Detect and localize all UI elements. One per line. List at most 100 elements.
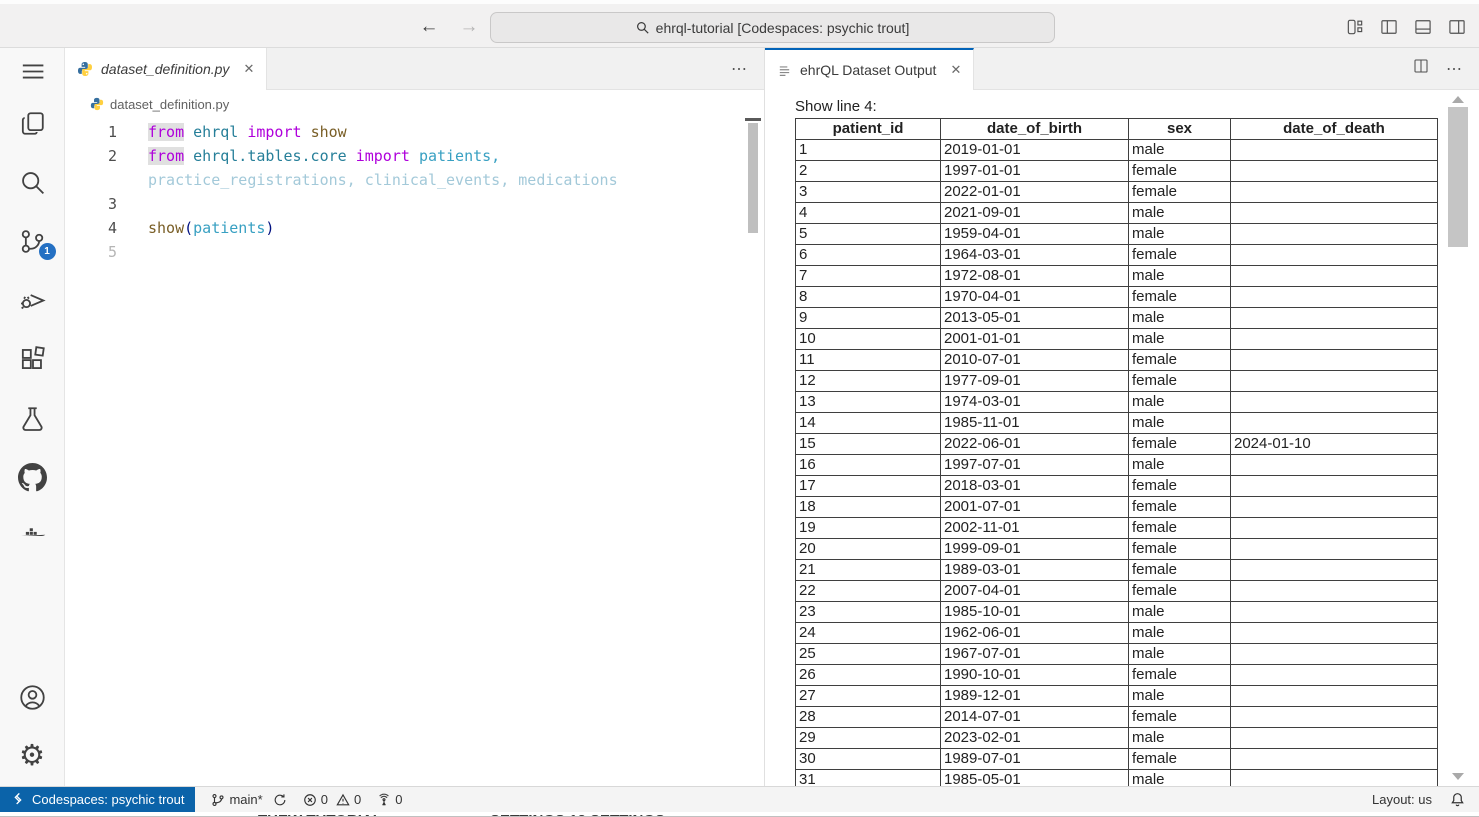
table-cell: male xyxy=(1129,770,1231,787)
scrollbar-thumb[interactable] xyxy=(748,123,758,233)
table-cell: male xyxy=(1129,602,1231,623)
table-cell: female xyxy=(1129,434,1231,455)
scrollbar-thumb[interactable] xyxy=(1448,107,1468,247)
table-cell: 24 xyxy=(796,623,941,644)
table-row: 282014-07-01female xyxy=(796,707,1438,728)
extensions-icon[interactable] xyxy=(0,330,65,389)
table-cell: 19 xyxy=(796,518,941,539)
column-header: sex xyxy=(1129,119,1231,140)
ports-status-item[interactable]: 0 xyxy=(377,792,402,807)
docker-icon[interactable] xyxy=(0,507,65,566)
code-line[interactable]: 4show(patients) xyxy=(65,216,764,240)
menu-icon[interactable] xyxy=(0,48,65,94)
table-cell: 21 xyxy=(796,560,941,581)
remote-indicator[interactable]: Codespaces: psychic trout xyxy=(0,787,195,812)
table-cell xyxy=(1231,203,1438,224)
sync-icon[interactable] xyxy=(273,793,287,807)
line-number: 1 xyxy=(65,120,117,144)
problems-status-item[interactable]: 0 0 xyxy=(303,792,361,807)
editor-more-actions-icon[interactable]: ⋯ xyxy=(731,59,748,79)
output-more-actions-icon[interactable]: ⋯ xyxy=(1446,59,1463,79)
scroll-down-arrow-icon[interactable] xyxy=(1452,773,1464,780)
table-cell: 1972-08-01 xyxy=(941,266,1129,287)
testing-icon[interactable] xyxy=(0,389,65,448)
table-cell: 11 xyxy=(796,350,941,371)
history-forward-button[interactable]: → xyxy=(458,16,480,38)
warnings-icon xyxy=(336,793,350,807)
tab-label: ehrQL Dataset Output xyxy=(800,62,936,78)
code-line[interactable]: practice_registrations, clinical_events,… xyxy=(65,168,764,192)
run-and-debug-icon[interactable] xyxy=(0,271,65,330)
table-cell xyxy=(1231,161,1438,182)
table-cell: 5 xyxy=(796,224,941,245)
errors-icon xyxy=(303,793,317,807)
table-cell: 1970-04-01 xyxy=(941,287,1129,308)
explorer-icon[interactable] xyxy=(0,94,65,153)
table-cell: male xyxy=(1129,329,1231,350)
python-file-icon xyxy=(77,61,93,77)
editor-scrollbar[interactable] xyxy=(745,118,763,318)
table-cell: 2010-07-01 xyxy=(941,350,1129,371)
toggle-panel-icon[interactable] xyxy=(1413,17,1433,37)
table-cell: 2018-03-01 xyxy=(941,476,1129,497)
code-line[interactable]: 5 xyxy=(65,240,764,264)
table-cell: male xyxy=(1129,224,1231,245)
activity-bar: 1 ⚙ xyxy=(0,48,65,786)
vscode-window: ← → ehrql-tutorial [Codespaces: psychic … xyxy=(0,0,1479,817)
table-cell: 1967-07-01 xyxy=(941,644,1129,665)
line-number: 5 xyxy=(65,240,117,264)
notifications-bell-icon[interactable] xyxy=(1450,792,1465,807)
command-center-search[interactable]: ehrql-tutorial [Codespaces: psychic trou… xyxy=(490,12,1055,43)
layout-status-item[interactable]: Layout: us xyxy=(1372,792,1432,807)
tab-dataset-definition[interactable]: dataset_definition.py ✕ xyxy=(65,48,267,90)
source-control-icon[interactable]: 1 xyxy=(0,212,65,271)
table-cell xyxy=(1231,518,1438,539)
webview-scrollbar[interactable] xyxy=(1448,94,1468,782)
table-row: 121977-09-01female xyxy=(796,371,1438,392)
github-icon[interactable] xyxy=(0,448,65,507)
table-cell xyxy=(1231,392,1438,413)
breadcrumb-item: dataset_definition.py xyxy=(110,97,229,112)
table-cell: 1974-03-01 xyxy=(941,392,1129,413)
table-cell: 2007-04-01 xyxy=(941,581,1129,602)
toggle-primary-sidebar-icon[interactable] xyxy=(1379,17,1399,37)
table-cell: 28 xyxy=(796,707,941,728)
tab-ehrql-dataset-output[interactable]: ehrQL Dataset Output ✕ xyxy=(765,48,974,90)
search-icon[interactable] xyxy=(0,153,65,212)
table-cell xyxy=(1231,140,1438,161)
table-cell: male xyxy=(1129,623,1231,644)
branch-status-item[interactable]: main* xyxy=(211,792,286,807)
table-cell: 1 xyxy=(796,140,941,161)
table-cell: female xyxy=(1129,707,1231,728)
code-line[interactable]: 3 xyxy=(65,192,764,216)
customize-layout-icon[interactable] xyxy=(1345,17,1365,37)
table-cell: male xyxy=(1129,203,1231,224)
accounts-icon[interactable] xyxy=(0,668,65,727)
table-row: 42021-09-01male xyxy=(796,203,1438,224)
breadcrumb[interactable]: dataset_definition.py xyxy=(65,90,764,118)
table-cell: 26 xyxy=(796,665,941,686)
code-line[interactable]: 2from ehrql.tables.core import patients, xyxy=(65,144,764,168)
search-icon xyxy=(636,21,649,34)
table-cell: 2001-07-01 xyxy=(941,497,1129,518)
code-editor[interactable]: 1from ehrql import show2from ehrql.table… xyxy=(65,118,764,264)
tab-close-icon[interactable]: ✕ xyxy=(950,62,961,78)
tab-close-icon[interactable]: ✕ xyxy=(243,61,254,77)
table-cell: 3 xyxy=(796,182,941,203)
toggle-secondary-sidebar-icon[interactable] xyxy=(1447,17,1467,37)
settings-gear-icon[interactable]: ⚙ xyxy=(0,727,65,786)
table-row: 32022-01-01female xyxy=(796,182,1438,203)
scroll-up-arrow-icon[interactable] xyxy=(1452,96,1464,103)
table-cell: female xyxy=(1129,665,1231,686)
table-row: 112010-07-01female xyxy=(796,350,1438,371)
code-line[interactable]: 1from ehrql import show xyxy=(65,120,764,144)
table-row: 172018-03-01female xyxy=(796,476,1438,497)
table-row: 311985-05-01male xyxy=(796,770,1438,787)
history-back-button[interactable]: ← xyxy=(418,16,440,38)
clipped-text: THEW TUTORIAL xyxy=(258,812,382,817)
table-cell: 1964-03-01 xyxy=(941,245,1129,266)
table-cell: 2019-01-01 xyxy=(941,140,1129,161)
table-cell: female xyxy=(1129,539,1231,560)
split-editor-icon[interactable] xyxy=(1412,57,1430,80)
command-center-label: ehrql-tutorial [Codespaces: psychic trou… xyxy=(656,20,910,36)
